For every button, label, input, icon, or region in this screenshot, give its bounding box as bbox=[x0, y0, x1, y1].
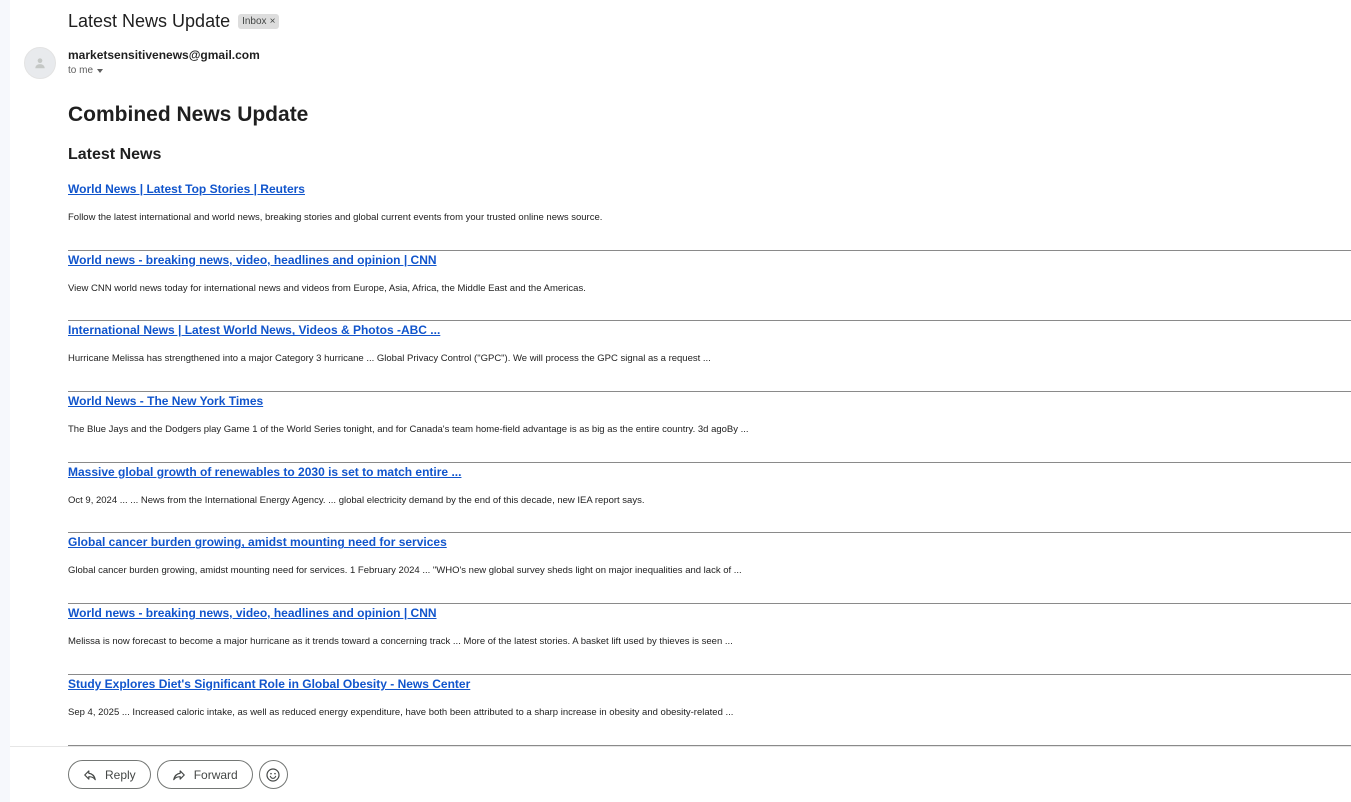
news-link[interactable]: World news - breaking news, video, headl… bbox=[68, 253, 437, 267]
message-divider bbox=[10, 746, 1351, 747]
emoji-icon bbox=[266, 767, 280, 782]
news-item: World News | Latest Top Stories | Reuter… bbox=[68, 180, 1351, 251]
news-item: International News | Latest World News, … bbox=[68, 321, 1351, 393]
chevron-down-icon bbox=[97, 68, 104, 73]
news-list: World News | Latest Top Stories | Reuter… bbox=[68, 180, 1351, 746]
avatar[interactable] bbox=[24, 47, 56, 79]
news-link[interactable]: Massive global growth of renewables to 2… bbox=[68, 465, 461, 479]
body-heading: Combined News Update bbox=[68, 103, 309, 126]
remove-label-icon[interactable]: × bbox=[270, 15, 276, 28]
news-item: World News - The New York Times The Blue… bbox=[68, 392, 1351, 463]
message-actions: Reply Forward bbox=[68, 760, 288, 789]
person-icon bbox=[35, 58, 45, 69]
sender-address[interactable]: marketsensitivenews@gmail.com bbox=[68, 48, 260, 62]
email-body: Combined News Update Latest News World N… bbox=[68, 100, 1351, 746]
news-item: World news - breaking news, video, headl… bbox=[68, 251, 1351, 322]
recipient-label: to me bbox=[68, 65, 94, 76]
news-item: World news - breaking news, video, headl… bbox=[68, 604, 1351, 675]
news-item: Massive global growth of renewables to 2… bbox=[68, 463, 1351, 534]
body-subheading: Latest News bbox=[68, 146, 162, 163]
news-snippet: Melissa is now forecast to become a majo… bbox=[68, 636, 733, 648]
news-snippet: View CNN world news today for internatio… bbox=[68, 282, 586, 294]
reply-button[interactable]: Reply bbox=[68, 760, 151, 789]
news-link[interactable]: International News | Latest World News, … bbox=[68, 323, 440, 337]
inbox-label-chip[interactable]: Inbox × bbox=[238, 13, 280, 29]
news-link[interactable]: Study Explores Diet's Significant Role i… bbox=[68, 677, 470, 691]
reply-icon bbox=[84, 769, 96, 780]
news-snippet: Hurricane Melissa has strengthened into … bbox=[68, 353, 711, 365]
emoji-reaction-button[interactable] bbox=[258, 760, 288, 789]
forward-icon bbox=[172, 769, 185, 780]
recipient-details-toggle[interactable]: to me bbox=[68, 65, 104, 76]
label-text: Inbox bbox=[242, 15, 267, 27]
news-snippet: The Blue Jays and the Dodgers play Game … bbox=[68, 424, 749, 436]
forward-button[interactable]: Forward bbox=[156, 760, 253, 789]
forward-label: Forward bbox=[193, 767, 238, 782]
news-snippet: Follow the latest international and worl… bbox=[68, 212, 603, 223]
news-link[interactable]: World News | Latest Top Stories | Reuter… bbox=[68, 182, 305, 196]
email-subject: Latest News Update bbox=[68, 10, 231, 31]
subject-row: Latest News Update Inbox × bbox=[68, 9, 280, 33]
news-link[interactable]: World news - breaking news, video, headl… bbox=[68, 606, 437, 620]
news-snippet: Global cancer burden growing, amidst mou… bbox=[68, 565, 742, 577]
news-item: Study Explores Diet's Significant Role i… bbox=[68, 675, 1351, 746]
news-link[interactable]: World News - The New York Times bbox=[68, 394, 263, 408]
reply-label: Reply bbox=[105, 767, 136, 782]
news-snippet: Oct 9, 2024 ... ... News from the Intern… bbox=[68, 494, 645, 506]
news-snippet: Sep 4, 2025 ... Increased caloric intake… bbox=[68, 706, 734, 718]
news-link[interactable]: Global cancer burden growing, amidst mou… bbox=[68, 535, 447, 549]
email-pane: Latest News Update Inbox × marketsensiti… bbox=[10, 0, 1351, 802]
news-item: Global cancer burden growing, amidst mou… bbox=[68, 533, 1351, 605]
